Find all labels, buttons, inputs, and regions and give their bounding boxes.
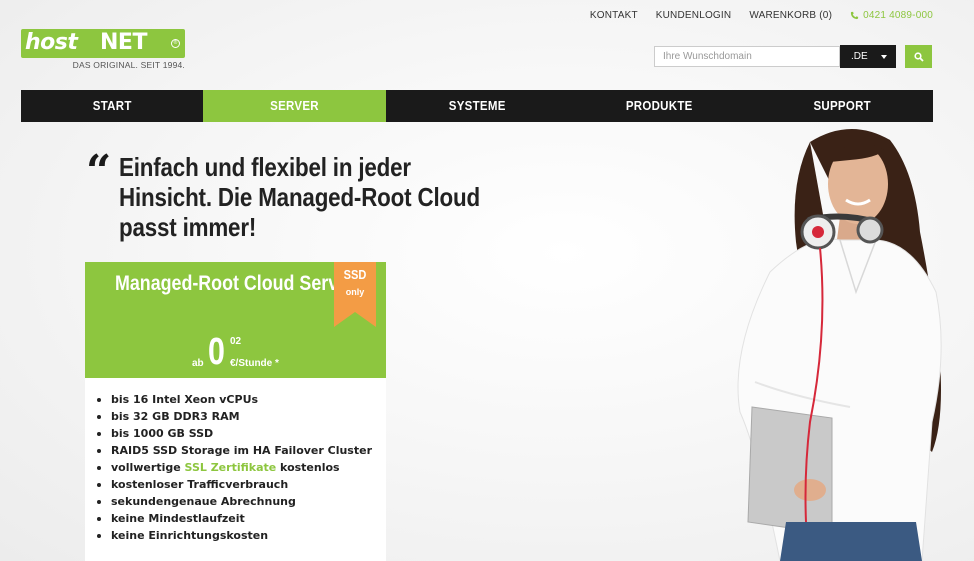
phone-link[interactable]: 0421 4089-000 [850,10,933,21]
product-card-header: Managed-Root Cloud Server ab 0 02 €/Stun… [85,262,386,378]
nav-item-produkte[interactable]: PRODUKTE [576,90,744,122]
nav-item-server[interactable]: SERVER [203,90,386,122]
list-item: bis 16 Intel Xeon vCPUs [95,391,386,408]
nav-label: SERVER [270,99,319,113]
domain-search-input[interactable] [654,46,840,67]
ribbon-only-label: only [345,287,365,297]
logo-tagline: DAS ORIGINAL. SEIT 1994. [72,60,185,70]
list-item: bis 32 GB DDR3 RAM [95,408,386,425]
nav-item-support[interactable]: SUPPORT [758,90,926,122]
ssl-link[interactable]: SSL Zertifikate [185,461,277,474]
top-links: KONTAKT KUNDENLOGIN WARENKORB (0) 0421 4… [590,10,933,21]
caret-down-icon [881,54,887,59]
nav-item-systeme[interactable]: SYSTEME [393,90,561,122]
product-title: Managed-Root Cloud Server [114,272,356,295]
list-item: sekundengenaue Abrechnung [95,493,386,510]
domain-search: .DE [654,45,932,68]
quote-icon: “ [86,146,112,197]
logo-word-net: NET [100,30,147,55]
feature-list: bis 16 Intel Xeon vCPUs bis 32 GB DDR3 R… [85,378,386,544]
main-nav: START SERVER SYSTEME PRODUKTE SUPPORT [21,90,933,122]
search-button[interactable] [905,45,932,68]
nav-label: PRODUKTE [626,99,693,113]
ssd-ribbon: SSD only [334,262,376,327]
list-item: kostenloser Trafficverbrauch [95,476,386,493]
nav-label: SUPPORT [813,99,871,113]
tld-select[interactable]: .DE [840,45,896,68]
phone-number: 0421 4089-000 [863,10,933,21]
list-item: bis 1000 GB SSD [95,425,386,442]
price-prefix: ab [192,358,204,369]
hero-woman-image [737,128,942,561]
registered-mark: ® [171,39,180,48]
logo-word-host: host [25,30,78,55]
list-item-ssl: vollwertige SSL Zertifikate kostenlos [95,459,386,476]
logo-mark: host NET ® [21,29,185,58]
cart-link[interactable]: WARENKORB (0) [749,10,832,21]
nav-item-start[interactable]: START [28,90,196,122]
nav-label: START [92,99,132,113]
phone-icon [851,11,859,20]
nav-label: SYSTEME [448,99,506,113]
hostnet-logo[interactable]: host NET ® DAS ORIGINAL. SEIT 1994. [21,29,185,70]
ribbon-ssd-label: SSD [343,267,367,282]
list-item: keine Mindestlaufzeit [95,510,386,527]
tld-value: .DE [851,51,868,62]
product-card: Managed-Root Cloud Server ab 0 02 €/Stun… [85,262,386,561]
price-cents: 02 [230,336,242,347]
customer-login-link[interactable]: KUNDENLOGIN [656,10,732,21]
list-item: RAID5 SSD Storage im HA Failover Cluster [95,442,386,459]
contact-link[interactable]: KONTAKT [590,10,638,21]
ssl-prefix: vollwertige [111,461,185,474]
search-icon [913,51,924,62]
ssl-suffix: kostenlos [276,461,340,474]
price-main: 0 [208,331,225,373]
hero-headline: Einfach und flexibel in jeder Hinsicht. … [119,152,480,242]
list-item: keine Einrichtungskosten [95,527,386,544]
price-unit: €/Stunde * [230,358,279,369]
